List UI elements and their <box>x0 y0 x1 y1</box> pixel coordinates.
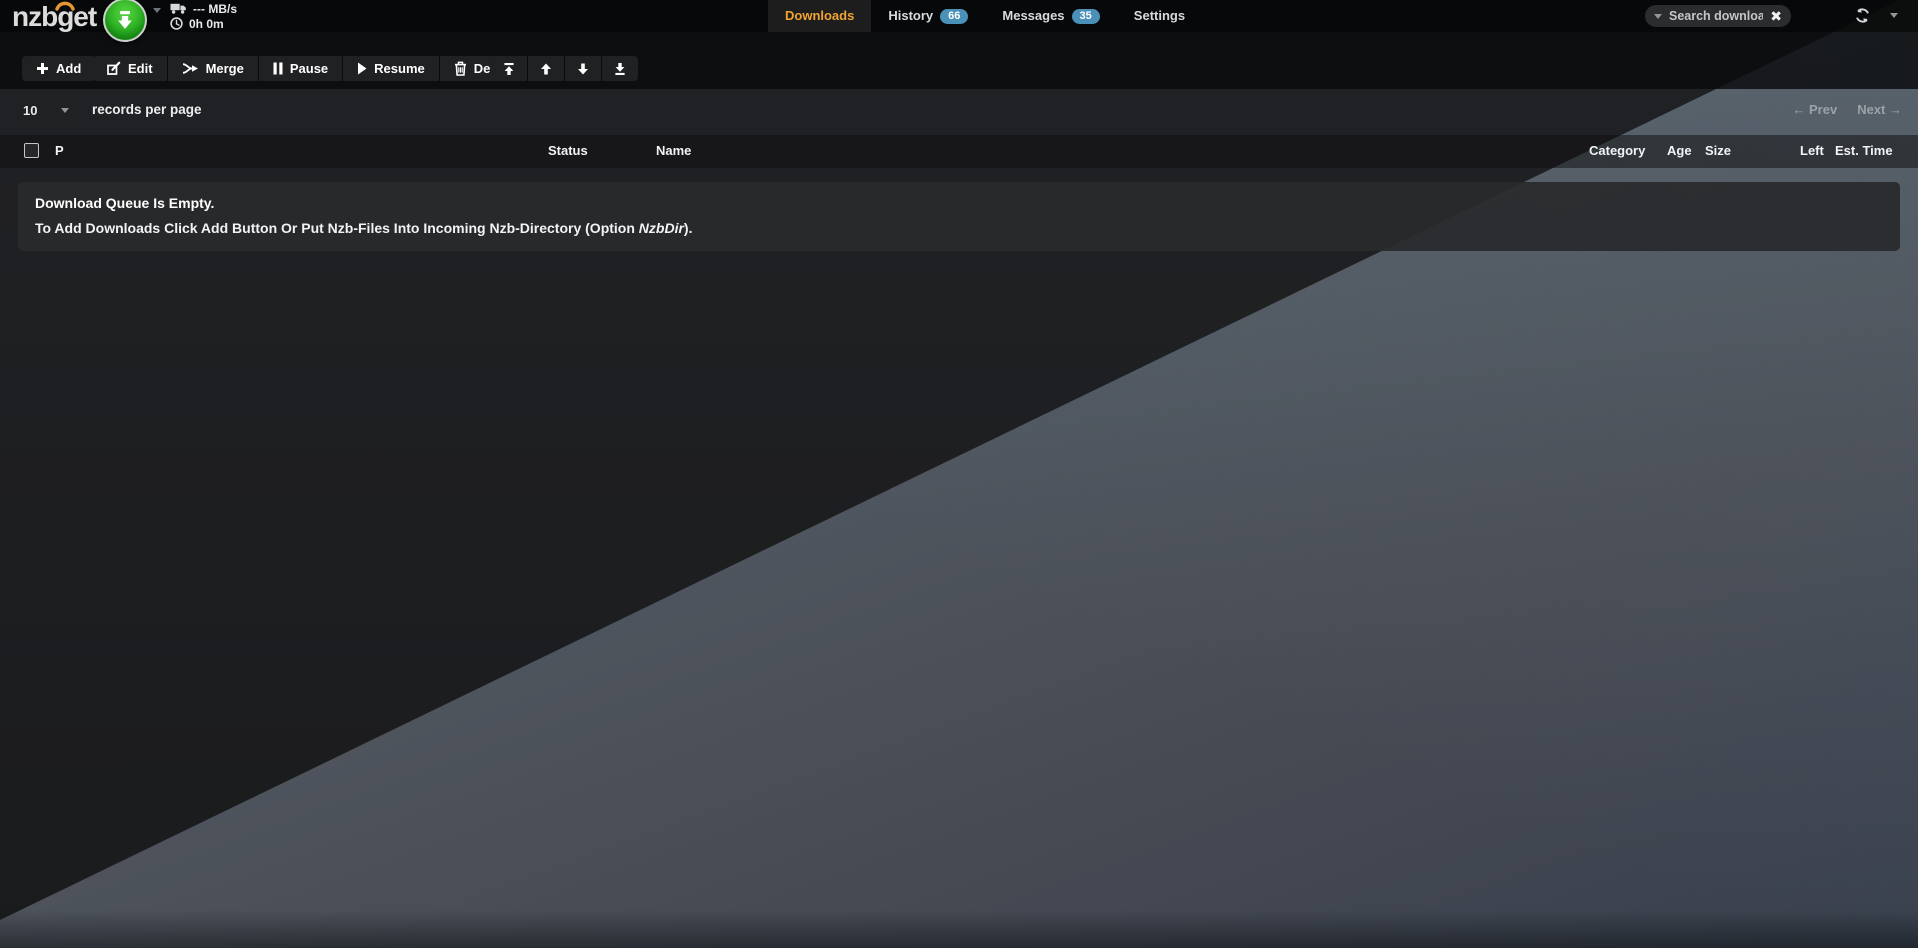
move-to-top-icon <box>502 62 516 76</box>
column-name: Name <box>656 143 691 158</box>
select-all-checkbox[interactable] <box>24 143 39 158</box>
search-scope-caret-icon[interactable] <box>1654 14 1662 19</box>
merge-button[interactable]: Merge <box>167 56 258 81</box>
messages-count-badge: 35 <box>1072 9 1100 24</box>
tab-downloads-label: Downloads <box>785 0 854 32</box>
queue-toolbar: Add Edit Merge Pause <box>0 32 1918 89</box>
resume-button[interactable]: Resume <box>342 56 439 81</box>
play-menu-caret-icon[interactable] <box>153 8 161 13</box>
edit-button-label: Edit <box>128 61 153 76</box>
download-arrow-icon <box>115 9 135 31</box>
search-input[interactable] <box>1669 9 1763 23</box>
download-play-button[interactable] <box>103 0 147 42</box>
search-clear-icon[interactable]: ✖ <box>1770 9 1782 23</box>
empty-queue-message-text: To Add Downloads Click Add Button Or Put… <box>35 220 639 236</box>
tab-settings[interactable]: Settings <box>1117 0 1202 32</box>
queue-actions-group: Edit Merge Pause Resume <box>92 56 527 81</box>
tab-messages-label: Messages <box>1002 0 1064 32</box>
empty-queue-message-suffix: ). <box>684 220 693 236</box>
resume-button-label: Resume <box>374 61 425 76</box>
move-to-top-button[interactable] <box>490 56 527 81</box>
tab-messages[interactable]: Messages 35 <box>985 0 1116 32</box>
move-up-icon <box>539 62 553 76</box>
move-down-button[interactable] <box>564 56 601 81</box>
column-status: Status <box>548 143 588 158</box>
plus-icon <box>36 62 49 75</box>
empty-queue-message: To Add Downloads Click Add Button Or Put… <box>35 220 1883 236</box>
column-age: Age <box>1667 143 1692 158</box>
merge-icon <box>182 62 199 75</box>
empty-queue-title: Download Queue Is Empty. <box>35 195 1883 211</box>
column-priority: P <box>55 143 64 158</box>
refresh-menu-caret-icon[interactable] <box>1890 13 1898 18</box>
empty-queue-message-box: Download Queue Is Empty. To Add Download… <box>18 182 1900 251</box>
column-category: Category <box>1589 143 1645 158</box>
resume-icon <box>357 62 367 75</box>
merge-button-label: Merge <box>206 61 244 76</box>
nzbdir-option-name: NzbDir <box>639 220 684 236</box>
move-up-button[interactable] <box>527 56 564 81</box>
pause-icon <box>273 62 283 75</box>
add-button[interactable]: Add <box>22 56 95 81</box>
edit-icon <box>106 61 121 76</box>
truck-icon <box>170 3 187 14</box>
speed-value: --- MB/s <box>193 2 237 16</box>
move-buttons-group <box>490 56 638 81</box>
queue-table-header: P Status Name Category Age Size Left Est… <box>0 135 1918 168</box>
records-per-page-select[interactable]: 10 <box>14 98 78 122</box>
move-to-bottom-button[interactable] <box>601 56 638 81</box>
next-page-link[interactable]: Next → <box>1857 102 1902 117</box>
pagination-row: 10 records per page ← Prev Next → <box>0 98 1918 124</box>
status-indicators: --- MB/s 0h 0m <box>170 2 237 30</box>
pager: ← Prev Next → <box>1792 102 1902 117</box>
prev-page-link[interactable]: ← Prev <box>1792 102 1837 117</box>
navbar: nzbget --- MB/s 0 <box>0 0 1918 32</box>
app-logo: nzbget <box>12 1 96 33</box>
move-down-icon <box>576 62 590 76</box>
pause-button[interactable]: Pause <box>258 56 342 81</box>
uptime-indicator: 0h 0m <box>170 17 237 30</box>
move-to-bottom-icon <box>613 62 627 76</box>
add-button-label: Add <box>56 61 81 76</box>
tab-history[interactable]: History 66 <box>871 0 985 32</box>
rss-arc-icon <box>54 0 76 11</box>
edit-button[interactable]: Edit <box>92 56 167 81</box>
uptime-value: 0h 0m <box>189 17 224 31</box>
tab-settings-label: Settings <box>1134 0 1185 32</box>
records-per-page-value: 10 <box>23 103 37 118</box>
column-est-time: Est. Time <box>1835 143 1893 158</box>
search-box[interactable]: ✖ <box>1645 5 1791 27</box>
records-per-page-label: records per page <box>92 102 202 117</box>
clock-icon <box>170 17 183 30</box>
main-tabs: Downloads History 66 Messages 35 Setting… <box>768 0 1202 32</box>
history-count-badge: 66 <box>940 9 968 24</box>
trash-icon <box>454 61 467 76</box>
select-caret-icon <box>61 108 69 113</box>
column-left: Left <box>1800 143 1824 158</box>
column-size: Size <box>1705 143 1731 158</box>
pause-button-label: Pause <box>290 61 328 76</box>
tab-history-label: History <box>888 0 933 32</box>
refresh-button[interactable] <box>1854 7 1871 24</box>
tab-downloads[interactable]: Downloads <box>768 0 871 32</box>
refresh-icon <box>1854 7 1871 24</box>
speed-indicator: --- MB/s <box>170 2 237 15</box>
